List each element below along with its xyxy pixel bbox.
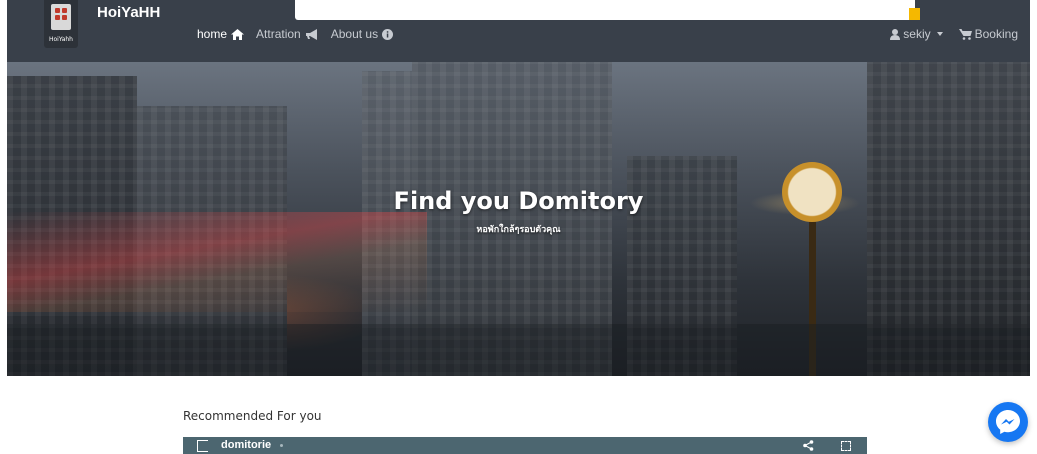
user-nav: sekiy Booking xyxy=(890,27,1018,41)
fullscreen-icon[interactable] xyxy=(841,441,851,451)
logo-text: HoiYahh xyxy=(49,36,73,43)
user-name: sekiy xyxy=(903,27,931,41)
search-bar[interactable] xyxy=(295,0,915,20)
hero-subtitle: หอพักใกล้ๆรอบตัวคุณ xyxy=(476,225,561,235)
embed-title[interactable]: domitorie xyxy=(221,439,271,451)
embed-dot xyxy=(280,444,283,447)
site-logo[interactable]: HoiYahh xyxy=(44,0,78,48)
user-icon xyxy=(890,28,901,40)
top-navbar: HoiYahh HoiYaHH home Attration About us … xyxy=(7,0,1030,62)
search-accent xyxy=(909,8,920,20)
map-panel-icon[interactable] xyxy=(197,440,208,452)
nav-home[interactable]: home xyxy=(197,27,245,41)
nav-home-label: home xyxy=(197,27,228,41)
cart-icon xyxy=(958,28,972,40)
hero-title: Find you Domitory xyxy=(393,187,644,215)
building-icon xyxy=(51,4,71,30)
hero-band xyxy=(7,324,1030,376)
booking-link[interactable]: Booking xyxy=(958,27,1018,41)
messenger-icon xyxy=(996,410,1020,434)
user-menu[interactable]: sekiy xyxy=(890,27,943,41)
booking-label: Booking xyxy=(974,27,1018,41)
chevron-down-icon xyxy=(936,32,943,36)
nav-attraction[interactable]: Attration xyxy=(256,27,319,41)
messenger-chat-button[interactable] xyxy=(988,402,1028,442)
info-icon xyxy=(382,28,394,40)
nav-about[interactable]: About us xyxy=(330,27,394,41)
home-icon xyxy=(231,28,245,40)
hero-banner: Find you Domitory หอพักใกล้ๆรอบตัวคุณ xyxy=(7,62,1030,376)
nav-attraction-label: Attration xyxy=(256,27,301,41)
brand-name[interactable]: HoiYaHH xyxy=(97,4,160,21)
nav-about-label: About us xyxy=(330,27,379,41)
megaphone-icon xyxy=(305,28,317,40)
main-nav: home Attration About us xyxy=(197,27,394,41)
share-icon[interactable] xyxy=(803,440,814,451)
embedded-map-bar[interactable]: domitorie xyxy=(183,437,867,454)
section-title: Recommended For you xyxy=(183,409,322,423)
